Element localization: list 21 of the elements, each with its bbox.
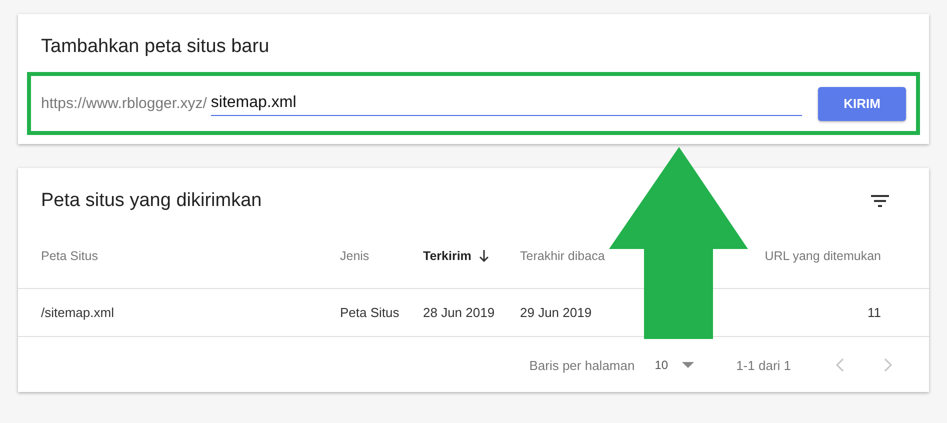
column-header[interactable]: URL yang ditemukan xyxy=(731,249,881,263)
input-field[interactable]: sitemap.xml xyxy=(210,91,802,116)
url-prefix: https://www.rblogger.xyz/ xyxy=(41,95,207,112)
column-header[interactable]: Terakhir dibaca xyxy=(520,249,731,263)
page-range: 1-1 dari 1 xyxy=(736,358,791,372)
column-header[interactable]: Peta Situs xyxy=(41,249,340,263)
table-cell-text: 29 Jun 2019 xyxy=(520,305,593,320)
card-title: Tambahkan peta situs baru xyxy=(40,36,270,58)
submit-button[interactable]: KIRIM xyxy=(818,86,906,120)
rows-per-page-label: Baris per halaman xyxy=(529,358,635,372)
sort-arrow-icon xyxy=(479,250,490,262)
rows-per-page-select[interactable]: 10 xyxy=(654,358,694,372)
table-cell-text: Peta Situs xyxy=(340,305,400,320)
column-header[interactable]: Jenis xyxy=(340,249,423,263)
table-cell-text: 28 Jun 2019 xyxy=(423,305,496,320)
table-cell-text: 11 xyxy=(866,305,881,320)
filter-icon[interactable] xyxy=(871,195,889,207)
column-header[interactable]: Terkirim xyxy=(423,249,520,263)
card-title: Peta situs yang dikirimkan xyxy=(40,190,262,212)
dropdown-caret-icon[interactable] xyxy=(682,362,694,368)
table-cell-text: /sitemap.xml xyxy=(41,305,115,320)
